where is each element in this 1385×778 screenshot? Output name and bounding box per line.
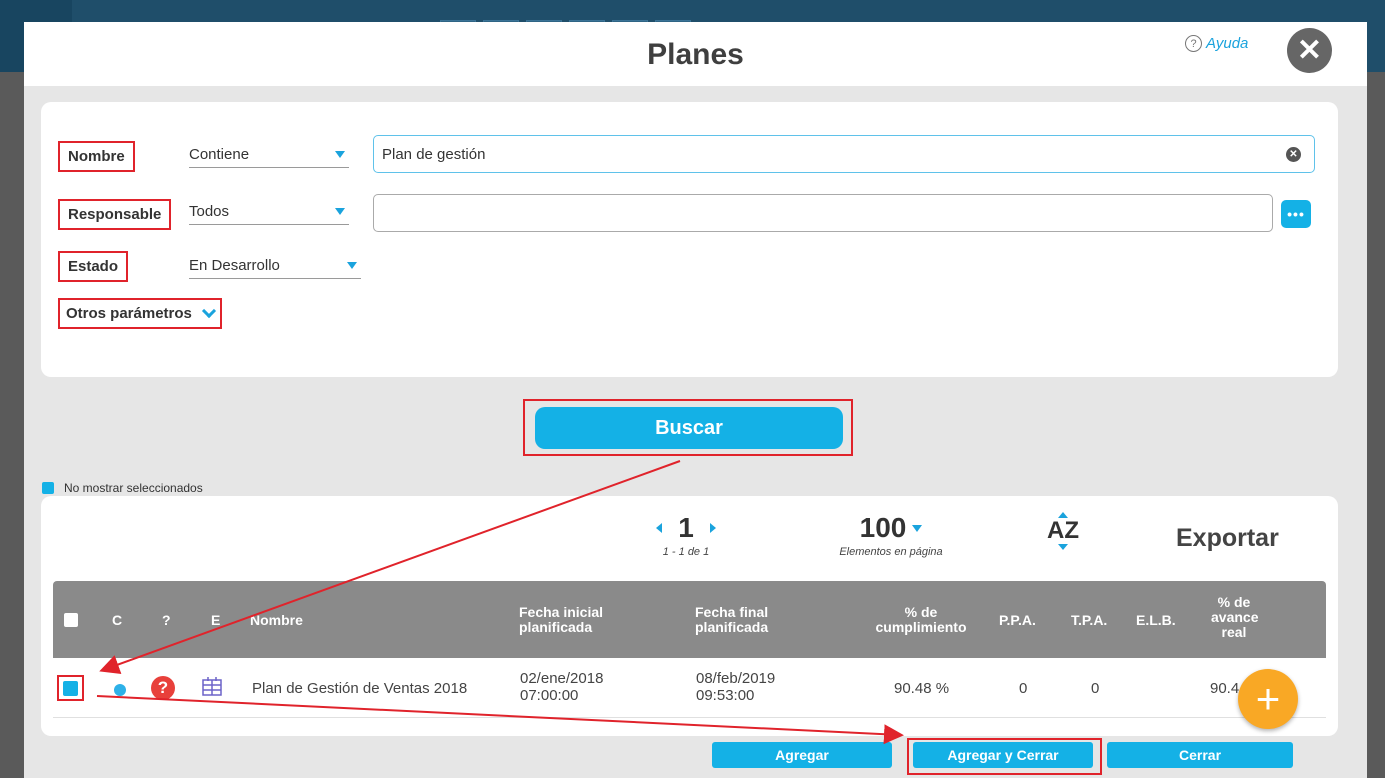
- responsable-operator-select[interactable]: Todos: [189, 199, 349, 225]
- row-fecha-inicial-date: 02/ene/2018: [520, 670, 604, 687]
- clear-icon[interactable]: ✕: [1286, 147, 1301, 162]
- table-row[interactable]: ? Plan de Gestión de Ventas 2018 02/ene/…: [53, 658, 1326, 718]
- per-page-label: Elementos en página: [839, 546, 943, 558]
- column-fecha-final-line1: Fecha final: [695, 604, 769, 620]
- column-avance-line3: real: [1221, 624, 1247, 640]
- status-dot-icon: [114, 684, 126, 696]
- estado-select[interactable]: En Desarrollo: [189, 253, 361, 279]
- buscar-annotation: Buscar: [523, 399, 853, 456]
- row-fecha-final: 08/feb/2019 09:53:00: [696, 670, 775, 704]
- sort-button[interactable]: AZ: [1041, 512, 1085, 550]
- no-mostrar-seleccionados-toggle[interactable]: No mostrar seleccionados: [42, 481, 203, 495]
- column-cumplimiento-line2: cumplimiento: [875, 619, 967, 635]
- row-fecha-inicial-time: 07:00:00: [520, 687, 579, 704]
- pager: 1 1 - 1 de 1: [631, 512, 741, 558]
- agregar-cerrar-button[interactable]: Agregar y Cerrar: [913, 742, 1093, 768]
- planes-modal: Planes ? Ayuda ✕ Nombre Contiene Plan de…: [24, 22, 1367, 778]
- per-page-value: 100: [859, 512, 907, 543]
- filter-panel: Nombre Contiene Plan de gestión ✕ Respon…: [41, 102, 1338, 377]
- more-icon: •••: [1287, 206, 1305, 222]
- column-q[interactable]: ?: [162, 613, 171, 628]
- results-panel: 1 1 - 1 de 1 100 Elementos en página AZ …: [41, 496, 1338, 736]
- chevron-down-icon: [335, 208, 345, 215]
- otros-parametros-toggle[interactable]: Otros parámetros: [58, 298, 222, 329]
- column-cumplimiento[interactable]: % de cumplimiento: [861, 605, 981, 635]
- page-number: 1: [678, 512, 694, 543]
- table-header: C ? E Nombre Fecha inicial planificada F…: [53, 581, 1326, 658]
- close-button[interactable]: ✕: [1287, 28, 1332, 73]
- column-fecha-inicial[interactable]: Fecha inicial planificada: [519, 605, 603, 635]
- chevron-down-icon: [912, 524, 923, 532]
- prev-page-icon[interactable]: [656, 523, 663, 533]
- responsable-label: Responsable: [58, 199, 172, 230]
- export-button[interactable]: Exportar: [1176, 524, 1279, 553]
- help-label: Ayuda: [1206, 35, 1249, 52]
- column-e[interactable]: E: [211, 613, 220, 628]
- column-fecha-final[interactable]: Fecha final planificada: [695, 605, 768, 635]
- no-mostrar-label: No mostrar seleccionados: [64, 481, 203, 495]
- row-fecha-final-time: 09:53:00: [696, 687, 755, 704]
- per-page-select[interactable]: 100 Elementos en página: [821, 512, 961, 558]
- select-all-checkbox[interactable]: [64, 613, 78, 627]
- next-page-icon[interactable]: [709, 523, 716, 533]
- cerrar-button[interactable]: Cerrar: [1107, 742, 1293, 768]
- nombre-label: Nombre: [58, 141, 135, 172]
- column-nombre[interactable]: Nombre: [250, 613, 303, 628]
- add-fab-button[interactable]: +: [1238, 669, 1298, 729]
- plan-icon[interactable]: [201, 675, 223, 697]
- modal-header: Planes ? Ayuda ✕: [24, 22, 1367, 86]
- row-ppa: 0: [1019, 680, 1028, 697]
- responsable-picker-button[interactable]: •••: [1281, 200, 1311, 228]
- page-range: 1 - 1 de 1: [662, 546, 710, 558]
- modal-title: Planes: [647, 38, 744, 71]
- column-avance-line2: avance: [1211, 609, 1259, 625]
- estado-label: Estado: [58, 251, 129, 282]
- column-c[interactable]: C: [112, 613, 122, 628]
- close-icon: ✕: [1296, 34, 1323, 67]
- column-fecha-final-line2: planificada: [695, 619, 769, 635]
- question-circle-icon: ?: [1185, 35, 1202, 52]
- responsable-operator-value: Todos: [189, 203, 230, 220]
- column-cumplimiento-line1: % de: [904, 604, 938, 620]
- responsable-input[interactable]: [373, 194, 1273, 232]
- column-fecha-inicial-line1: Fecha inicial: [519, 604, 604, 620]
- sort-label: AZ: [1047, 517, 1079, 544]
- otros-parametros-label: Otros parámetros: [66, 305, 192, 322]
- column-avance[interactable]: % de avance real: [1211, 594, 1259, 640]
- nombre-input-value: Plan de gestión: [382, 145, 486, 163]
- column-fecha-inicial-line2: planificada: [519, 619, 593, 635]
- row-fecha-inicial: 02/ene/2018 07:00:00: [520, 670, 603, 704]
- chevron-down-icon: [335, 151, 345, 158]
- plus-icon: +: [1255, 675, 1281, 722]
- help-link[interactable]: ? Ayuda: [1185, 35, 1248, 52]
- nombre-input[interactable]: Plan de gestión: [373, 135, 1315, 173]
- row-fecha-final-date: 08/feb/2019: [696, 670, 776, 687]
- row-nombre[interactable]: Plan de Gestión de Ventas 2018: [252, 680, 467, 697]
- row-avance: 90.4: [1210, 680, 1240, 697]
- row-tpa: 0: [1091, 680, 1100, 697]
- nombre-operator-select[interactable]: Contiene: [189, 142, 349, 168]
- modal-body: Nombre Contiene Plan de gestión ✕ Respon…: [24, 86, 1367, 778]
- nombre-operator-value: Contiene: [189, 146, 250, 163]
- row-checkbox-annotation: [57, 675, 84, 701]
- question-mark-icon[interactable]: ?: [151, 676, 175, 700]
- row-checkbox[interactable]: [63, 681, 78, 696]
- buscar-button[interactable]: Buscar: [535, 407, 843, 449]
- estado-value: En Desarrollo: [189, 257, 280, 274]
- chevron-down-icon: [201, 303, 216, 318]
- checkbox-icon: [42, 482, 54, 494]
- row-cumplimiento: 90.48 %: [894, 680, 950, 697]
- column-elb[interactable]: E.L.B.: [1136, 613, 1176, 628]
- column-ppa[interactable]: P.P.A.: [999, 613, 1036, 628]
- sort-down-icon: [1058, 544, 1068, 550]
- column-avance-line1: % de: [1217, 594, 1251, 610]
- column-tpa[interactable]: T.P.A.: [1071, 613, 1107, 628]
- chevron-down-icon: [347, 262, 357, 269]
- agregar-button[interactable]: Agregar: [712, 742, 892, 768]
